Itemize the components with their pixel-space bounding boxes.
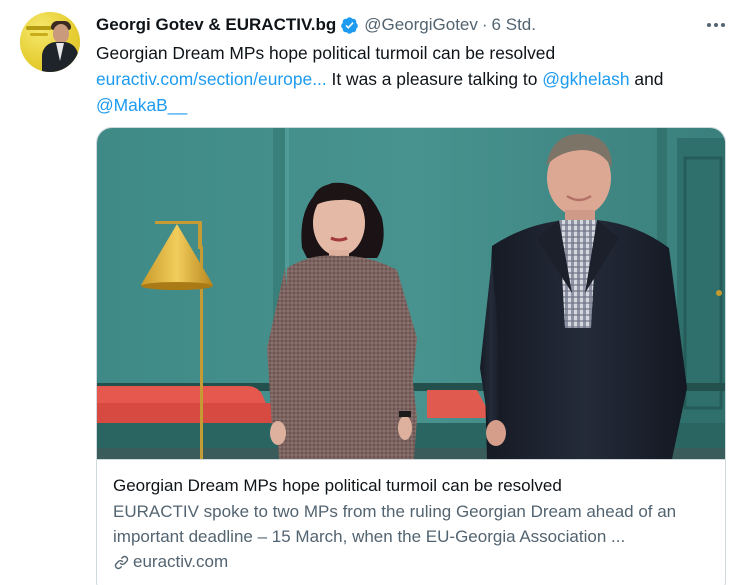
tweet-text-line1: Georgian Dream MPs hope political turmoi… [96, 43, 556, 63]
mention-makab[interactable]: @MakaB__ [96, 95, 187, 115]
card-body: Georgian Dream MPs hope political turmoi… [97, 459, 725, 575]
separator-dot: · [481, 15, 488, 34]
card-description: EURACTIV spoke to two MPs from the rulin… [113, 502, 677, 546]
timestamp[interactable]: 6 Std. [492, 15, 536, 35]
article-link[interactable]: euractiv.com/section/europe... [96, 69, 327, 89]
tweet-text-and: and [629, 69, 664, 89]
tweet-header: Georgi Gotev & EURACTIV.bg @GeorgiGotev … [96, 14, 536, 36]
tweet[interactable]: Georgi Gotev & EURACTIV.bg @GeorgiGotev … [0, 0, 737, 585]
tweet-text: Georgian Dream MPs hope political turmoi… [96, 40, 716, 118]
mention-gkhelash[interactable]: @gkhelash [542, 69, 629, 89]
author-handle[interactable]: @GeorgiGotev [364, 15, 478, 35]
verified-badge-icon [341, 16, 359, 34]
card-domain-text: euractiv.com [133, 552, 229, 571]
card-image[interactable] [97, 128, 725, 459]
link-preview-card[interactable]: Georgian Dream MPs hope political turmoi… [96, 127, 726, 585]
card-title: Georgian Dream MPs hope political turmoi… [113, 476, 562, 495]
link-icon [114, 555, 129, 569]
tweet-text-mid: It was a pleasure talking to [326, 69, 543, 89]
card-domain: euractiv.com [113, 549, 711, 575]
avatar[interactable] [20, 12, 80, 72]
author-name[interactable]: Georgi Gotev & EURACTIV.bg [96, 15, 336, 35]
more-options-icon[interactable] [704, 16, 728, 34]
